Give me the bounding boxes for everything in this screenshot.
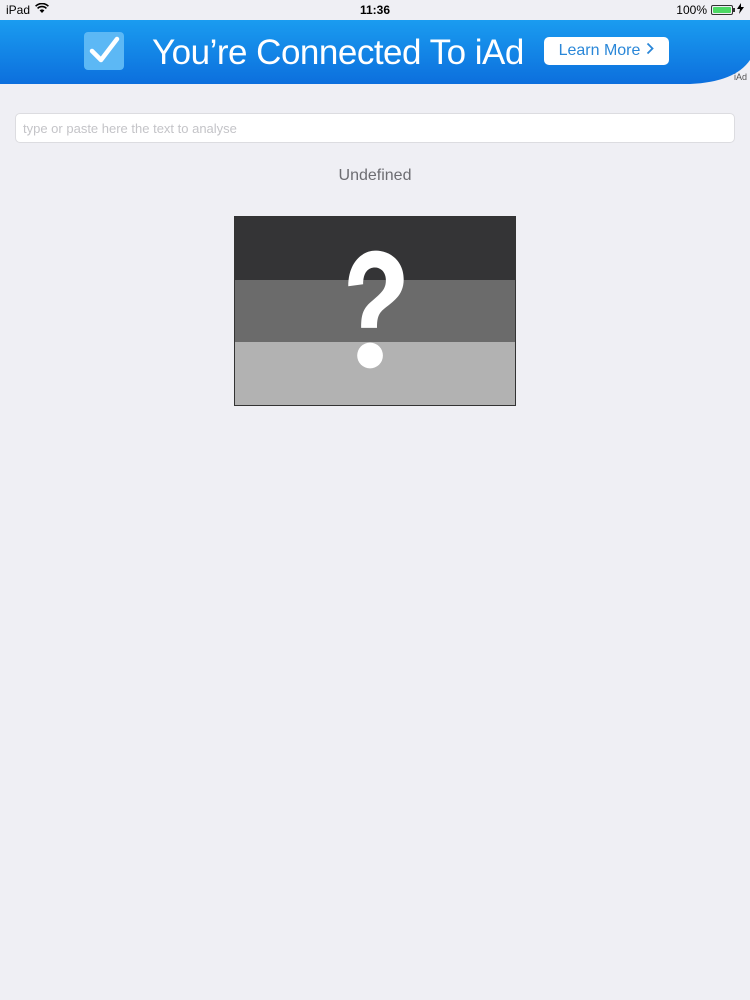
result-flag-image bbox=[234, 216, 516, 406]
result-label: Undefined bbox=[338, 167, 412, 184]
question-mark-icon bbox=[348, 250, 404, 369]
iad-badge: iAd bbox=[733, 72, 747, 82]
status-time: 11:36 bbox=[359, 3, 391, 17]
learn-more-button[interactable]: Learn More bbox=[544, 37, 669, 65]
ad-title: You’re Connected To iAd bbox=[152, 33, 524, 72]
battery-icon bbox=[711, 5, 735, 15]
chevron-right-icon bbox=[646, 42, 655, 60]
learn-more-label: Learn More bbox=[558, 42, 641, 59]
checkbox-icon bbox=[84, 32, 124, 70]
status-bar: iPad 11:36 100% bbox=[0, 0, 750, 20]
status-right: 100% bbox=[676, 3, 744, 17]
battery-percent: 100% bbox=[676, 3, 707, 17]
iad-banner[interactable]: You’re Connected To iAd Learn More bbox=[0, 20, 750, 84]
charging-icon bbox=[737, 3, 744, 17]
text-analyse-input[interactable] bbox=[15, 113, 735, 143]
